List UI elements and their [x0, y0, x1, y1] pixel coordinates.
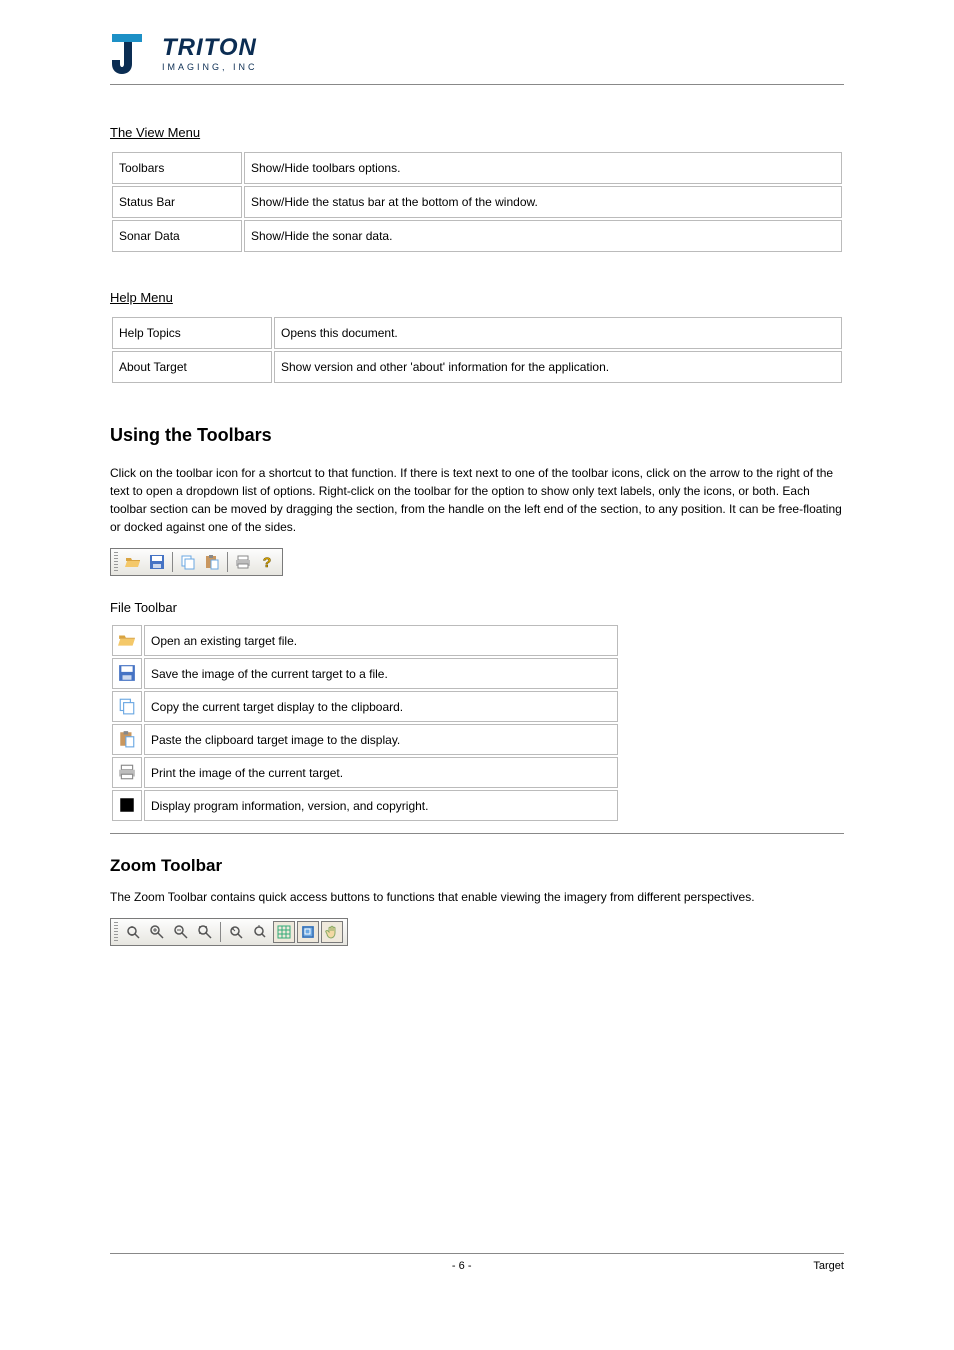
zoom-toolbar-desc: The Zoom Toolbar contains quick access b…: [110, 888, 844, 906]
print-icon: [116, 761, 138, 783]
menu-item-desc: Show/Hide the sonar data.: [244, 220, 842, 252]
logo-company: TRITON: [162, 36, 258, 60]
paste-icon[interactable]: [201, 551, 223, 573]
help-menu-table: Help Topics Opens this document. About T…: [110, 315, 844, 385]
file-toolbar: ?: [110, 548, 283, 576]
copy-icon: [116, 695, 138, 717]
logo-mark: [110, 30, 156, 78]
grid-icon[interactable]: [273, 921, 295, 943]
print-icon[interactable]: [232, 551, 254, 573]
logo: TRITON IMAGING, INC: [110, 30, 844, 78]
table-row: Display program information, version, an…: [112, 790, 618, 821]
page-number: - 6 -: [452, 1260, 472, 1272]
menu-item-name: Toolbars: [112, 152, 242, 184]
table-row: Toolbars Show/Hide toolbars options.: [112, 152, 842, 184]
file-toolbar-icons-table: Open an existing target file. Save the i…: [110, 623, 620, 823]
zoom-out-icon[interactable]: [170, 921, 192, 943]
open-icon[interactable]: [122, 551, 144, 573]
paste-icon: [116, 728, 138, 750]
menu-item-name: Sonar Data: [112, 220, 242, 252]
copy-icon[interactable]: [177, 551, 199, 573]
menu-item-name: About Target: [112, 351, 272, 383]
icon-desc: Save the image of the current target to …: [144, 658, 618, 689]
zoom-toolbar: [110, 918, 348, 946]
zoom-toolbar-heading: Zoom Toolbar: [110, 856, 844, 876]
about-icon: [116, 794, 138, 816]
table-row: About Target Show version and other 'abo…: [112, 351, 842, 383]
view-menu-heading: The View Menu: [110, 125, 844, 140]
view-menu-table: Toolbars Show/Hide toolbars options. Sta…: [110, 150, 844, 254]
toolbar-separator: [172, 552, 173, 572]
zoom-previous-icon[interactable]: [225, 921, 247, 943]
table-row: Open an existing target file.: [112, 625, 618, 656]
table-row: Print the image of the current target.: [112, 757, 618, 788]
toolbars-title: Using the Toolbars: [110, 425, 844, 446]
table-row: Sonar Data Show/Hide the sonar data.: [112, 220, 842, 252]
table-row: Status Bar Show/Hide the status bar at t…: [112, 186, 842, 218]
header-divider: [110, 84, 844, 85]
logo-tagline: IMAGING, INC: [162, 62, 258, 72]
file-toolbar-desc-title: File Toolbar: [110, 600, 844, 615]
toolbar-grip[interactable]: [114, 922, 118, 942]
zoom-vertical-icon[interactable]: [122, 921, 144, 943]
icon-desc: Open an existing target file.: [144, 625, 618, 656]
zoom-actual-icon[interactable]: [249, 921, 271, 943]
table-row: Help Topics Opens this document.: [112, 317, 842, 349]
save-icon: [116, 662, 138, 684]
menu-item-name: Status Bar: [112, 186, 242, 218]
footer-doc-name: Target: [813, 1260, 844, 1272]
help-icon[interactable]: ?: [256, 551, 278, 573]
svg-text:?: ?: [263, 554, 272, 570]
icon-desc: Paste the clipboard target image to the …: [144, 724, 618, 755]
icon-desc: Display program information, version, an…: [144, 790, 618, 821]
save-icon[interactable]: [146, 551, 168, 573]
menu-item-desc: Opens this document.: [274, 317, 842, 349]
icon-desc: Copy the current target display to the c…: [144, 691, 618, 722]
zoom-fit-icon[interactable]: [194, 921, 216, 943]
page-footer: - 6 - Target: [110, 1253, 844, 1272]
menu-item-desc: Show version and other 'about' informati…: [274, 351, 842, 383]
menu-item-name: Help Topics: [112, 317, 272, 349]
menu-item-desc: Show/Hide the status bar at the bottom o…: [244, 186, 842, 218]
toolbar-grip[interactable]: [114, 552, 118, 572]
menu-item-desc: Show/Hide toolbars options.: [244, 152, 842, 184]
table-row: Copy the current target display to the c…: [112, 691, 618, 722]
toolbars-intro: Click on the toolbar icon for a shortcut…: [110, 464, 844, 536]
zoom-in-icon[interactable]: [146, 921, 168, 943]
open-icon: [116, 629, 138, 651]
overview-icon[interactable]: [297, 921, 319, 943]
help-menu-heading: Help Menu: [110, 290, 844, 305]
toolbar-separator: [227, 552, 228, 572]
icon-desc: Print the image of the current target.: [144, 757, 618, 788]
hand-pan-icon[interactable]: [321, 921, 343, 943]
section-divider: [110, 833, 844, 834]
toolbar-separator: [220, 922, 221, 942]
table-row: Paste the clipboard target image to the …: [112, 724, 618, 755]
table-row: Save the image of the current target to …: [112, 658, 618, 689]
